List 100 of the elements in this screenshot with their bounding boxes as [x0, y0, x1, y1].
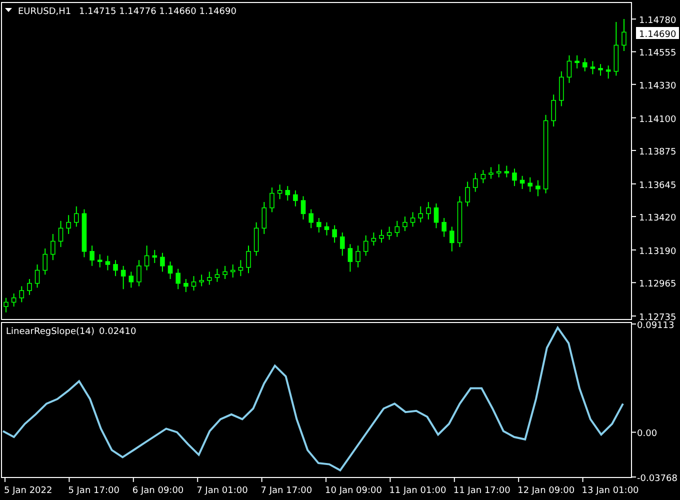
time-label: 7 Jan 17:00 [260, 486, 312, 496]
candle [551, 94, 556, 127]
candle [19, 286, 24, 303]
price-label: 1.14780 [639, 16, 676, 26]
candle [480, 170, 486, 184]
candle [191, 276, 196, 292]
dropdown-icon[interactable] [5, 8, 12, 12]
candle [293, 190, 298, 207]
candle [598, 64, 603, 76]
candle [246, 245, 251, 274]
candle [504, 165, 510, 178]
candle [520, 175, 525, 190]
candle [410, 212, 416, 228]
candle [496, 164, 502, 178]
indicator-value: 0.02410 [99, 327, 136, 337]
time-label: 11 Jan 01:00 [389, 486, 446, 496]
candle [402, 216, 408, 232]
candle [348, 244, 353, 272]
candle [386, 226, 392, 240]
candle [222, 265, 228, 280]
candle [42, 248, 48, 276]
candle [27, 278, 32, 296]
candle [457, 196, 462, 248]
candle [254, 222, 259, 256]
price-label: 1.13645 [639, 180, 676, 191]
candle [356, 245, 360, 268]
candle [574, 54, 580, 69]
chart-quote: 1.14715 1.14776 1.14660 1.14690 [79, 7, 236, 17]
candle [340, 232, 345, 256]
candle [536, 180, 540, 197]
indicator-value-label: 0.09113 [637, 321, 674, 331]
candle [176, 268, 180, 290]
candle [528, 176, 533, 192]
candle [363, 234, 368, 256]
candle [316, 218, 322, 234]
candle [590, 60, 596, 75]
candle [472, 172, 478, 192]
candle [66, 214, 71, 234]
candle [270, 187, 274, 213]
candle [559, 70, 564, 107]
candle [144, 245, 150, 271]
candle [113, 260, 118, 277]
candle [512, 168, 517, 187]
candle [105, 255, 110, 271]
candle [262, 202, 267, 234]
price-label: 1.14330 [639, 81, 676, 92]
candle [566, 54, 572, 84]
candle [379, 229, 384, 244]
candle [434, 202, 439, 229]
candle [120, 265, 126, 290]
candle [50, 233, 56, 261]
candle [582, 58, 588, 72]
candle [11, 293, 16, 308]
candle [394, 220, 400, 238]
candle [450, 226, 454, 252]
candle [184, 278, 188, 293]
candle [418, 206, 423, 223]
time-label: 11 Jan 17:00 [453, 486, 510, 496]
candle [82, 208, 87, 258]
candle [97, 254, 102, 268]
candle [238, 260, 244, 277]
indicator-name: LinearRegSlope(14) [6, 327, 95, 337]
candle [152, 249, 158, 264]
time-label: 5 Jan 2022 [4, 486, 52, 496]
chart-symbol: EURUSD,H1 [18, 7, 72, 17]
candle [90, 245, 94, 266]
time-label: 10 Jan 09:00 [325, 486, 382, 496]
candle [4, 297, 8, 313]
candle [622, 18, 626, 52]
candle [74, 206, 79, 228]
candle [606, 65, 611, 80]
candle [426, 202, 431, 220]
candle [199, 274, 204, 287]
candle [277, 184, 282, 200]
time-label: 13 Jan 01:00 [582, 486, 639, 496]
candle [168, 261, 173, 280]
candle [136, 260, 142, 287]
candle [308, 208, 314, 229]
candle [230, 264, 236, 278]
candle [488, 166, 494, 180]
price-label: 1.14100 [639, 114, 676, 125]
time-label: 5 Jan 17:00 [68, 486, 120, 496]
indicator-value-label: 0.00 [637, 429, 658, 440]
candle [214, 268, 220, 282]
candle [34, 264, 40, 288]
candle [442, 218, 446, 238]
candle [300, 196, 306, 220]
candle [128, 271, 134, 288]
candle [206, 271, 212, 286]
price-label: 1.13190 [639, 246, 676, 257]
price-label: 1.13875 [639, 147, 676, 158]
candle [285, 186, 290, 202]
price-label: 1.12965 [639, 280, 676, 290]
candle [324, 222, 330, 236]
indicator-value-label: -0.03768 [637, 474, 678, 484]
candle [465, 181, 470, 207]
candle [614, 21, 619, 76]
current-price-tag: 1.14690 [636, 27, 679, 40]
candle [371, 232, 376, 246]
candle [332, 224, 337, 244]
